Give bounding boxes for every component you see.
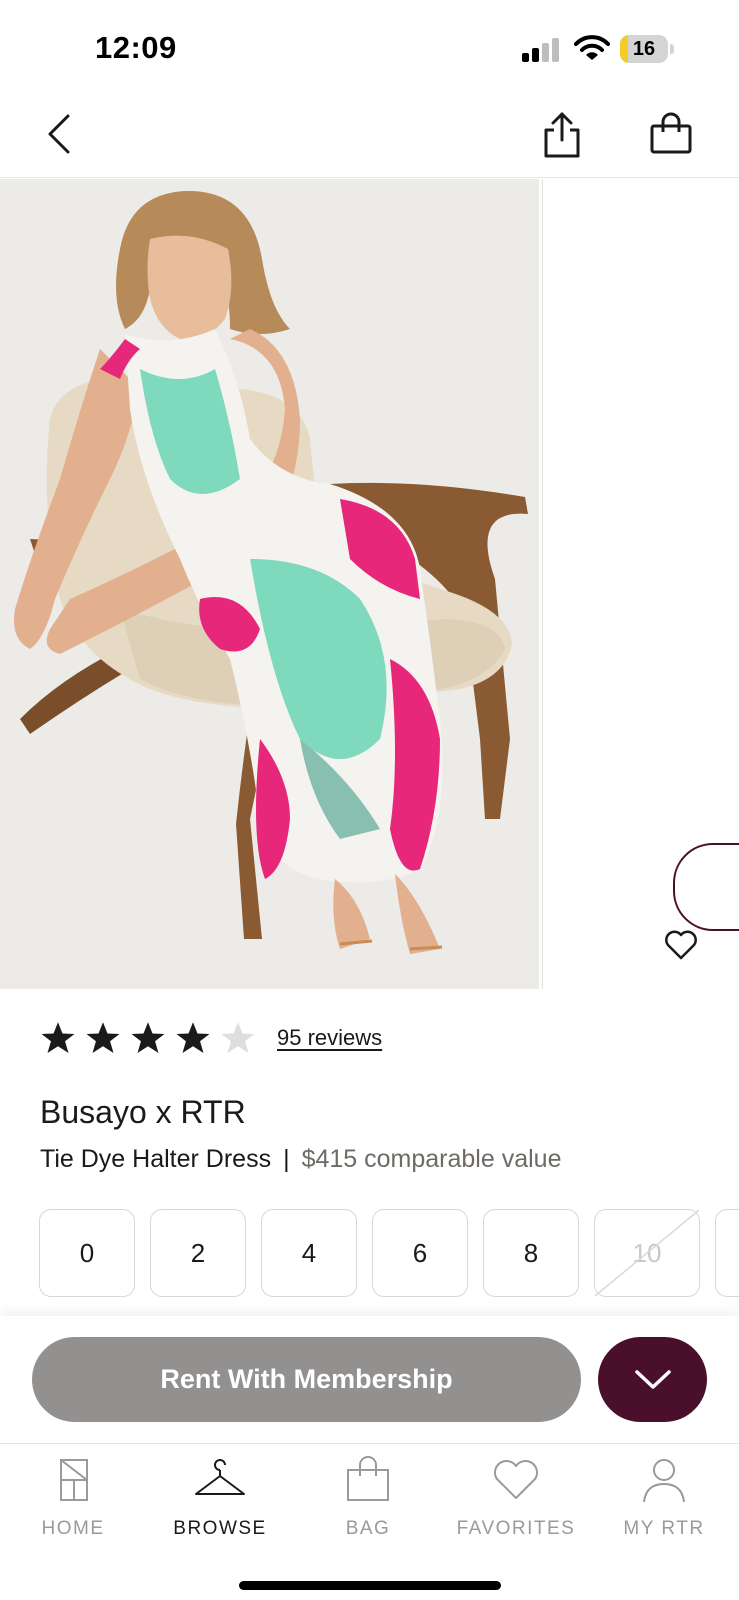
next-image-peek[interactable] xyxy=(673,843,739,931)
bag-icon xyxy=(347,1456,389,1501)
size-option-6[interactable]: 6 xyxy=(372,1209,468,1297)
size-selector: 0 2 4 6 8 10 xyxy=(39,1209,739,1297)
star-filled-icon xyxy=(131,1022,165,1053)
bottom-tab-bar: HOME BROWSE BAG FAVORITES MY RTR xyxy=(0,1443,739,1600)
hanger-icon xyxy=(195,1459,245,1495)
star-filled-icon xyxy=(176,1022,210,1053)
tab-bag[interactable]: BAG xyxy=(303,1456,433,1546)
size-option-4[interactable]: 4 xyxy=(261,1209,357,1297)
product-header xyxy=(0,96,739,178)
size-option-8[interactable]: 8 xyxy=(483,1209,579,1297)
gallery-divider xyxy=(542,179,543,989)
home-icon xyxy=(60,1459,88,1501)
expand-options-button[interactable] xyxy=(598,1337,707,1422)
star-filled-icon xyxy=(41,1022,75,1053)
cellular-signal-icon xyxy=(522,38,562,62)
reviews-link[interactable]: 95 reviews xyxy=(277,1025,382,1051)
home-indicator xyxy=(239,1581,501,1590)
product-name: Tie Dye Halter Dress xyxy=(40,1145,272,1173)
star-empty-icon xyxy=(221,1022,255,1053)
cta-bar: Rent With Membership xyxy=(0,1316,739,1443)
product-rating: 95 reviews xyxy=(40,1018,382,1058)
rent-with-membership-button[interactable]: Rent With Membership xyxy=(32,1337,581,1422)
size-option-2[interactable]: 2 xyxy=(150,1209,246,1297)
heart-icon xyxy=(494,1459,538,1499)
product-price: $415 comparable value xyxy=(301,1145,562,1173)
chevron-down-icon xyxy=(634,1369,671,1389)
tab-favorites[interactable]: FAVORITES xyxy=(451,1456,581,1546)
product-brand: Busayo x RTR xyxy=(40,1094,246,1130)
product-image-gallery[interactable] xyxy=(0,179,739,989)
size-option-next[interactable] xyxy=(715,1209,739,1297)
person-icon xyxy=(643,1459,685,1503)
subtitle-separator: | xyxy=(283,1145,290,1173)
tab-home[interactable]: HOME xyxy=(8,1456,138,1546)
product-subtitle: Tie Dye Halter Dress | $415 comparable val… xyxy=(40,1145,561,1174)
status-time: 12:09 xyxy=(95,30,177,65)
size-option-10-unavailable[interactable]: 10 xyxy=(594,1209,700,1297)
status-bar: 12:09 16 xyxy=(0,0,739,96)
wifi-icon xyxy=(574,35,610,60)
strikethrough-line xyxy=(595,1210,699,1296)
star-filled-icon xyxy=(86,1022,120,1053)
battery-level: 16 xyxy=(632,38,656,60)
share-icon[interactable] xyxy=(540,110,584,160)
shopping-bag-icon[interactable] xyxy=(648,112,694,156)
chevron-left-icon[interactable] xyxy=(40,112,80,156)
tab-browse[interactable]: BROWSE xyxy=(155,1456,285,1546)
size-option-0[interactable]: 0 xyxy=(39,1209,135,1297)
product-photo[interactable] xyxy=(0,179,539,989)
heart-icon[interactable] xyxy=(663,929,699,961)
tab-my-rtr[interactable]: MY RTR xyxy=(599,1456,729,1546)
battery-icon: 16 xyxy=(620,35,674,63)
